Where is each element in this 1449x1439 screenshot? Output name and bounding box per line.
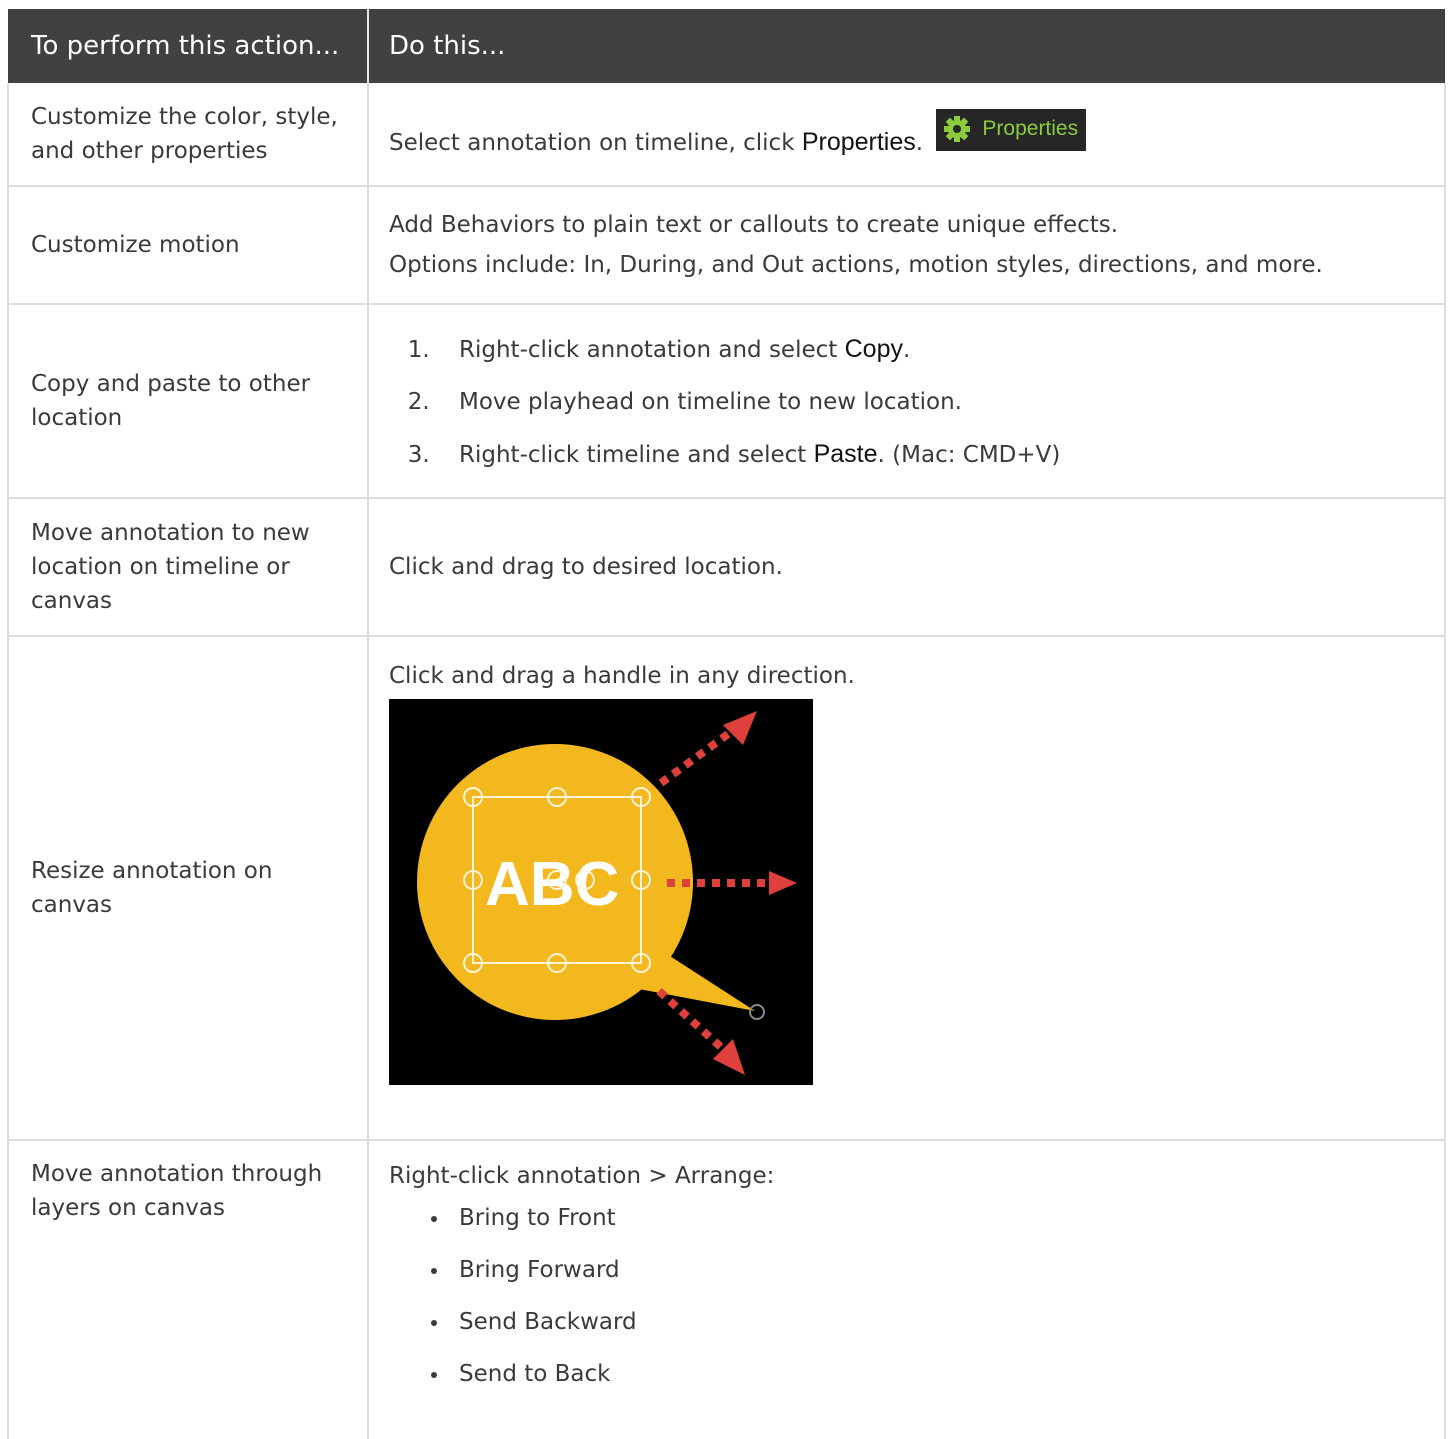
step-text: . (Mac: CMD+V)	[877, 442, 1061, 468]
instruction-cell: Right-click annotation > Arrange: Bring …	[367, 1140, 1446, 1439]
action-cell: Move annotation to new location on timel…	[7, 498, 368, 637]
step-text: Move playhead on timeline to new locatio…	[459, 389, 962, 415]
list-item: Bring to Front	[431, 1201, 1422, 1235]
instruction-cell: Right-click annotation and select Copy . …	[367, 304, 1446, 499]
action-cell: Move annotation through layers on canvas	[7, 1140, 368, 1439]
resize-illustration: ABC	[389, 699, 813, 1085]
instruction-cell: Select annotation on timeline, click Pro…	[367, 83, 1446, 187]
step-item: Move playhead on timeline to new locatio…	[437, 385, 1422, 419]
header-row: To perform this action... Do this...	[8, 9, 1445, 83]
callout-text: ABC	[485, 850, 619, 919]
steps-list: Right-click annotation and select Copy . …	[389, 332, 1422, 472]
step-text: .	[902, 337, 911, 363]
callout-resize-image: ABC	[417, 711, 797, 1075]
step-text: Right-click annotation and select	[459, 337, 845, 363]
gear-icon	[944, 115, 971, 142]
action-cell: Customize the color, style, and other pr…	[7, 83, 368, 187]
list-item: Send Backward	[431, 1305, 1422, 1339]
table-row: Customize motion Add Behaviors to plain …	[7, 186, 1446, 305]
step-item: Right-click timeline and select Paste. (…	[437, 437, 1422, 472]
table-row: Move annotation through layers on canvas…	[7, 1140, 1446, 1439]
action-cell: Customize motion	[7, 186, 368, 305]
properties-button[interactable]: Properties	[936, 108, 1087, 151]
instruction-line: Add Behaviors to plain text or callouts …	[389, 212, 1119, 238]
instruction-text: .	[915, 129, 924, 156]
table-row: Resize annotation on canvas Click and dr…	[7, 636, 1446, 1141]
instruction-line: Options include: In, During, and Out act…	[389, 252, 1323, 278]
header-do-this: Do this...	[367, 9, 1445, 83]
table-row: Copy and paste to other location Right-c…	[7, 304, 1446, 499]
list-item: Bring Forward	[431, 1253, 1422, 1287]
list-item: Send to Back	[431, 1357, 1422, 1391]
instruction-line: Right-click annotation > Arrange:	[389, 1163, 775, 1189]
instruction-cell: Click and drag a handle in any direction…	[367, 636, 1446, 1141]
action-cell: Copy and paste to other location	[7, 304, 368, 499]
step-text: Right-click timeline and select	[459, 442, 814, 468]
instruction-line: Click and drag a handle in any direction…	[389, 663, 855, 689]
instruction-cell: Add Behaviors to plain text or callouts …	[367, 186, 1446, 305]
arrange-options-list: Bring to Front Bring Forward Send Backwa…	[389, 1201, 1422, 1391]
instruction-text: Select annotation on timeline, click	[389, 129, 802, 156]
ui-term: Copy	[844, 335, 903, 363]
header-action: To perform this action...	[8, 9, 368, 83]
table-row: Move annotation to new location on timel…	[7, 498, 1446, 637]
table-row: Customize the color, style, and other pr…	[7, 83, 1446, 187]
step-item: Right-click annotation and select Copy.	[437, 332, 1422, 367]
actions-table: To perform this action... Do this... Cus…	[7, 9, 1446, 1439]
ui-term: Properties	[801, 127, 916, 156]
action-cell: Resize annotation on canvas	[7, 636, 368, 1141]
ui-term: Paste	[813, 440, 878, 468]
properties-button-label: Properties	[982, 116, 1079, 140]
instruction-cell: Click and drag to desired location.	[367, 498, 1446, 637]
